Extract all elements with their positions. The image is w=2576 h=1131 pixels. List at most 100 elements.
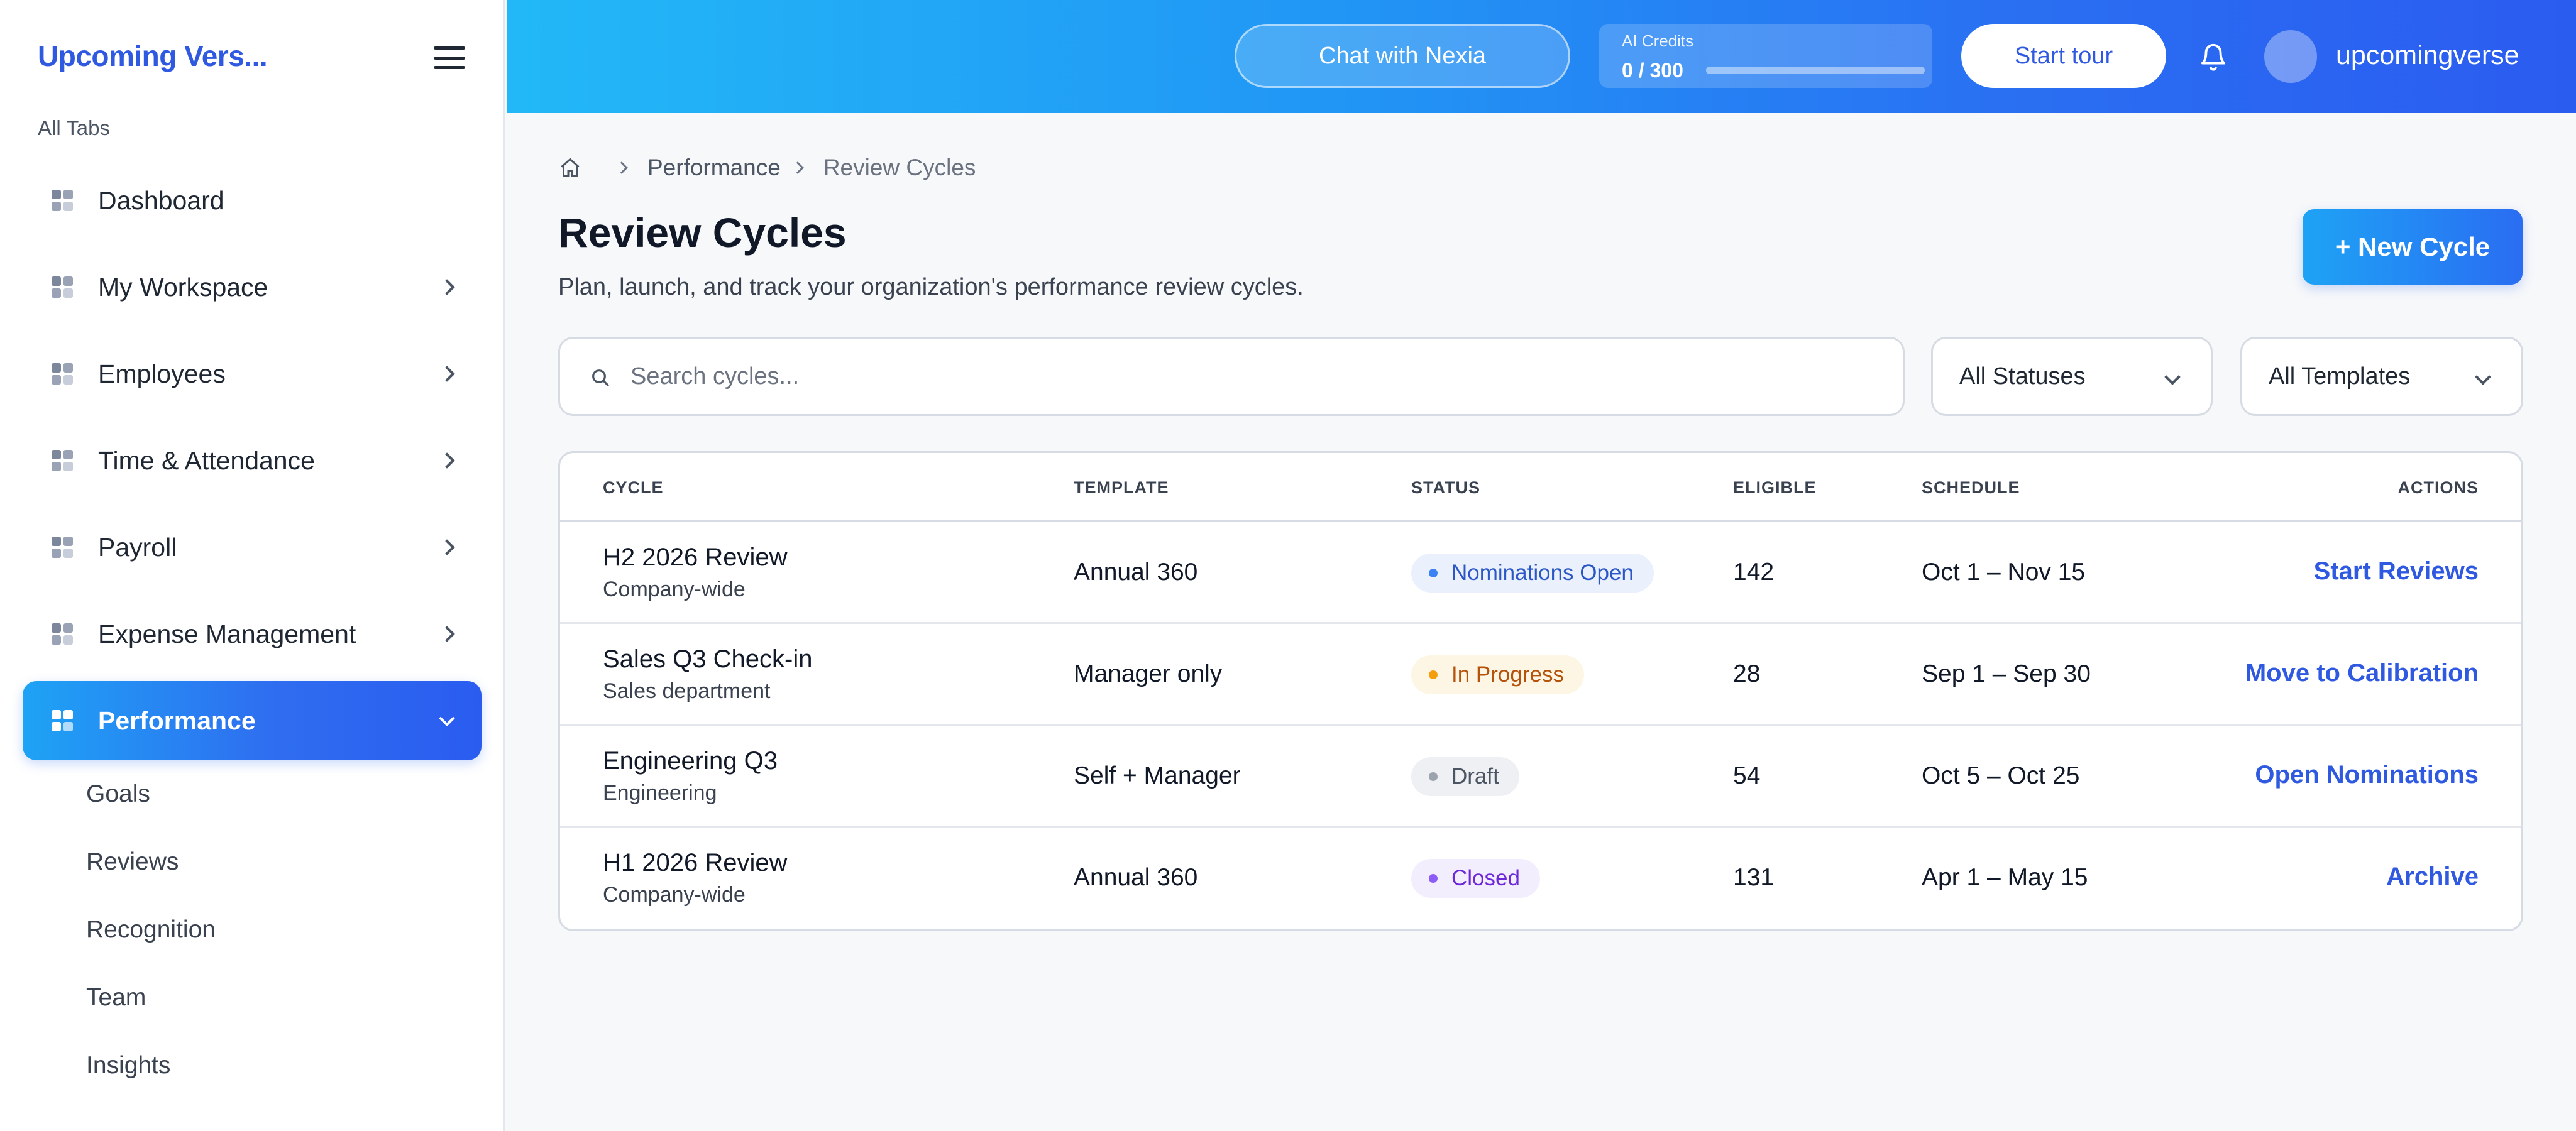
sidebar-item-my-workspace[interactable]: My Workspace xyxy=(23,248,482,327)
template-filter-select[interactable]: All Templates xyxy=(2240,337,2523,416)
table-row[interactable]: Sales Q3 Check-in Sales department Manag… xyxy=(560,624,2521,726)
chevron-right-icon xyxy=(439,366,455,382)
cycle-name[interactable]: H2 2026 Review xyxy=(603,544,788,572)
status-filter-value: All Statuses xyxy=(1959,363,2086,390)
subnav-item-goals[interactable]: Goals xyxy=(86,760,216,828)
search-input[interactable] xyxy=(630,351,1875,402)
grid-icon xyxy=(52,623,73,645)
sidebar-item-time-attendance[interactable]: Time & Attendance xyxy=(23,421,482,500)
ai-credits-caption: AI Credits xyxy=(1622,31,1694,50)
sidebar-item-label: Employees xyxy=(98,359,226,388)
status-badge: In Progress xyxy=(1411,655,1584,694)
sidebar-item-expense-management[interactable]: Expense Management xyxy=(23,594,482,674)
move-to-calibration-link[interactable]: Move to Calibration xyxy=(2245,659,2479,687)
cycle-name[interactable]: Engineering Q3 xyxy=(603,747,778,775)
status-dot-icon xyxy=(1429,772,1438,781)
status-text: Nominations Open xyxy=(1451,560,1634,585)
sidebar-item-label: Time & Attendance xyxy=(98,445,315,475)
subnav-item-reviews[interactable]: Reviews xyxy=(86,828,216,896)
ai-credits-progress xyxy=(1706,67,1925,74)
new-cycle-button[interactable]: + New Cycle xyxy=(2303,209,2523,285)
open-nominations-link[interactable]: Open Nominations xyxy=(2255,761,2479,789)
status-dot-icon xyxy=(1429,874,1438,883)
page-title: Review Cycles xyxy=(558,209,847,256)
chevron-right-icon xyxy=(615,161,628,174)
status-text: Draft xyxy=(1451,764,1499,789)
start-tour-button[interactable]: Start tour xyxy=(1961,24,2166,88)
sidebar-item-label: Performance xyxy=(98,706,256,735)
cycle-eligible: 28 xyxy=(1733,660,1761,687)
review-cycles-table: CYCLE TEMPLATE STATUS ELIGIBLE SCHEDULE … xyxy=(558,451,2523,931)
cycle-name[interactable]: Sales Q3 Check-in xyxy=(603,645,812,674)
status-dot-icon xyxy=(1429,569,1438,577)
cycle-scope: Company-wide xyxy=(603,577,746,601)
menu-icon[interactable] xyxy=(434,46,465,69)
cycle-template: Annual 360 xyxy=(1074,864,1198,891)
chevron-down-icon xyxy=(2164,369,2181,385)
status-dot-icon xyxy=(1429,670,1438,679)
sidebar-item-performance[interactable]: Performance xyxy=(23,681,482,760)
cycle-template: Manager only xyxy=(1074,660,1223,687)
chat-with-nexia-button[interactable]: Chat with Nexia xyxy=(1235,24,1570,88)
search-box[interactable] xyxy=(558,337,1905,416)
chevron-down-icon xyxy=(2475,369,2491,385)
topbar: Chat with Nexia AI Credits 0 / 300 Start… xyxy=(507,0,2576,113)
subnav-item-team[interactable]: Team xyxy=(86,964,216,1032)
table-row[interactable]: H2 2026 Review Company-wide Annual 360 N… xyxy=(560,522,2521,624)
sidebar-item-label: My Workspace xyxy=(98,272,268,302)
table-row[interactable]: Engineering Q3 Engineering Self + Manage… xyxy=(560,726,2521,828)
sidebar-item-label: Payroll xyxy=(98,532,177,562)
column-header-template[interactable]: TEMPLATE xyxy=(1074,478,1169,498)
search-icon xyxy=(592,369,609,386)
cycle-template: Annual 360 xyxy=(1074,559,1198,586)
breadcrumb: Performance Review Cycles xyxy=(558,153,976,183)
chevron-right-icon xyxy=(439,539,455,555)
status-text: In Progress xyxy=(1451,662,1564,687)
grid-icon xyxy=(52,710,73,731)
chevron-right-icon xyxy=(439,279,455,295)
username[interactable]: upcomingverse xyxy=(2336,40,2519,71)
bell-icon[interactable] xyxy=(2199,41,2228,73)
column-header-eligible[interactable]: ELIGIBLE xyxy=(1733,478,1817,498)
cycle-name[interactable]: H1 2026 Review xyxy=(603,849,788,877)
status-filter-select[interactable]: All Statuses xyxy=(1931,337,2213,416)
ai-credits-widget[interactable]: AI Credits 0 / 300 xyxy=(1599,24,1932,88)
home-icon[interactable] xyxy=(558,156,582,179)
cycle-eligible: 131 xyxy=(1733,864,1775,891)
column-header-cycle[interactable]: CYCLE xyxy=(603,478,664,498)
chevron-right-icon xyxy=(791,161,804,174)
status-badge: Nominations Open xyxy=(1411,554,1654,593)
avatar[interactable] xyxy=(2264,30,2317,83)
grid-icon xyxy=(52,190,73,211)
column-header-actions: ACTIONS xyxy=(2397,478,2479,497)
column-header-schedule[interactable]: SCHEDULE xyxy=(1922,478,2020,498)
cycle-template: Self + Manager xyxy=(1074,762,1241,789)
chevron-right-icon xyxy=(439,452,455,469)
column-header-status[interactable]: STATUS xyxy=(1411,478,1480,498)
brand-name[interactable]: Upcoming Vers... xyxy=(38,39,268,73)
grid-icon xyxy=(52,276,73,298)
cycle-schedule: Oct 5 – Oct 25 xyxy=(1922,762,2080,789)
template-filter-value: All Templates xyxy=(2269,363,2411,390)
sidebar-item-employees[interactable]: Employees xyxy=(23,334,482,413)
status-text: Closed xyxy=(1451,866,1520,890)
table-header: CYCLE TEMPLATE STATUS ELIGIBLE SCHEDULE … xyxy=(560,453,2521,522)
breadcrumb-parent[interactable]: Performance xyxy=(647,155,781,181)
start-reviews-link[interactable]: Start Reviews xyxy=(2314,557,2479,586)
cycle-eligible: 142 xyxy=(1733,559,1775,586)
chevron-right-icon xyxy=(439,626,455,642)
sidebar-nav: Dashboard My Workspace Employees Time & … xyxy=(23,161,482,768)
cycle-scope: Sales department xyxy=(603,679,771,703)
breadcrumb-current: Review Cycles xyxy=(823,155,976,180)
table-row[interactable]: H1 2026 Review Company-wide Annual 360 C… xyxy=(560,828,2521,929)
status-badge: Draft xyxy=(1411,757,1519,796)
subnav-item-insights[interactable]: Insights xyxy=(86,1032,216,1100)
subnav-item-recognition[interactable]: Recognition xyxy=(86,896,216,964)
archive-link[interactable]: Archive xyxy=(2386,863,2479,891)
grid-icon xyxy=(52,450,73,471)
sidebar-item-payroll[interactable]: Payroll xyxy=(23,508,482,587)
sidebar-item-dashboard[interactable]: Dashboard xyxy=(23,161,482,240)
sidebar-item-label: Dashboard xyxy=(98,185,224,215)
sidebar: Upcoming Vers... All Tabs Dashboard My W… xyxy=(0,0,505,1131)
section-label: All Tabs xyxy=(38,116,110,139)
